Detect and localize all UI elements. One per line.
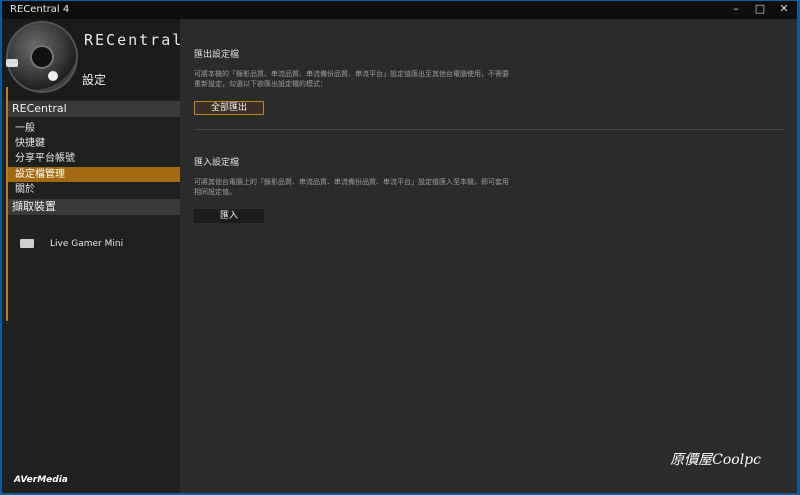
import-heading: 匯入設定檔 (194, 158, 240, 168)
recentral-dial-icon (6, 23, 76, 91)
import-button[interactable]: 匯入 (194, 209, 264, 223)
brand-logo: RECentral (84, 31, 184, 49)
device-icon (20, 239, 34, 248)
dial-dot-icon (48, 71, 58, 81)
sidebar: RECentral 設定 RECentral 一般 快捷鍵 分享平台帳號 設定檔… (2, 19, 184, 493)
sidebar-item-general[interactable]: 一般 (8, 121, 182, 136)
sidebar-item-profile-management[interactable]: 設定檔管理 (8, 167, 182, 182)
title-bar: RECentral 4 – □ ✕ (2, 1, 797, 19)
maximize-button[interactable]: □ (753, 2, 767, 16)
minimize-button[interactable]: – (729, 2, 743, 16)
main-content: 匯出設定檔 可將本機的「錄影品質、串流品質、串流備份品質、串流平台」設定值匯出至… (180, 19, 797, 493)
export-all-button[interactable]: 全部匯出 (194, 101, 264, 115)
app-window: RECentral 4 – □ ✕ RECentral 設定 RECentral… (1, 0, 798, 494)
dial-knob-icon (6, 59, 18, 67)
avermedia-logo: AVerMedia (14, 475, 68, 485)
logo-area: RECentral 設定 (2, 19, 184, 99)
window-title: RECentral 4 (10, 4, 70, 15)
sidebar-section-capture-devices: 擷取裝置 (8, 199, 180, 215)
import-description: 可將其他台電腦上的「錄影品質、串流品質、串流備份品質、串流平台」設定值匯入至本機… (194, 178, 509, 196)
page-title: 設定 (82, 73, 107, 87)
sidebar-section-recentral: RECentral (8, 101, 180, 117)
sidebar-item-share-accounts[interactable]: 分享平台帳號 (8, 151, 182, 166)
window-controls: – □ ✕ (729, 2, 791, 16)
watermark: 原價屋Coolpc (670, 452, 761, 468)
device-live-gamer-mini[interactable]: Live Gamer Mini (8, 237, 178, 253)
sidebar-item-hotkeys[interactable]: 快捷鍵 (8, 136, 182, 151)
section-divider (194, 129, 784, 130)
close-button[interactable]: ✕ (777, 2, 791, 16)
export-heading: 匯出設定檔 (194, 50, 240, 60)
device-label: Live Gamer Mini (50, 239, 124, 249)
dial-center-icon (30, 45, 54, 69)
export-description: 可將本機的「錄影品質、串流品質、串流備份品質、串流平台」設定值匯出至其他台電腦使… (194, 70, 509, 88)
sidebar-item-about[interactable]: 關於 (8, 182, 182, 197)
